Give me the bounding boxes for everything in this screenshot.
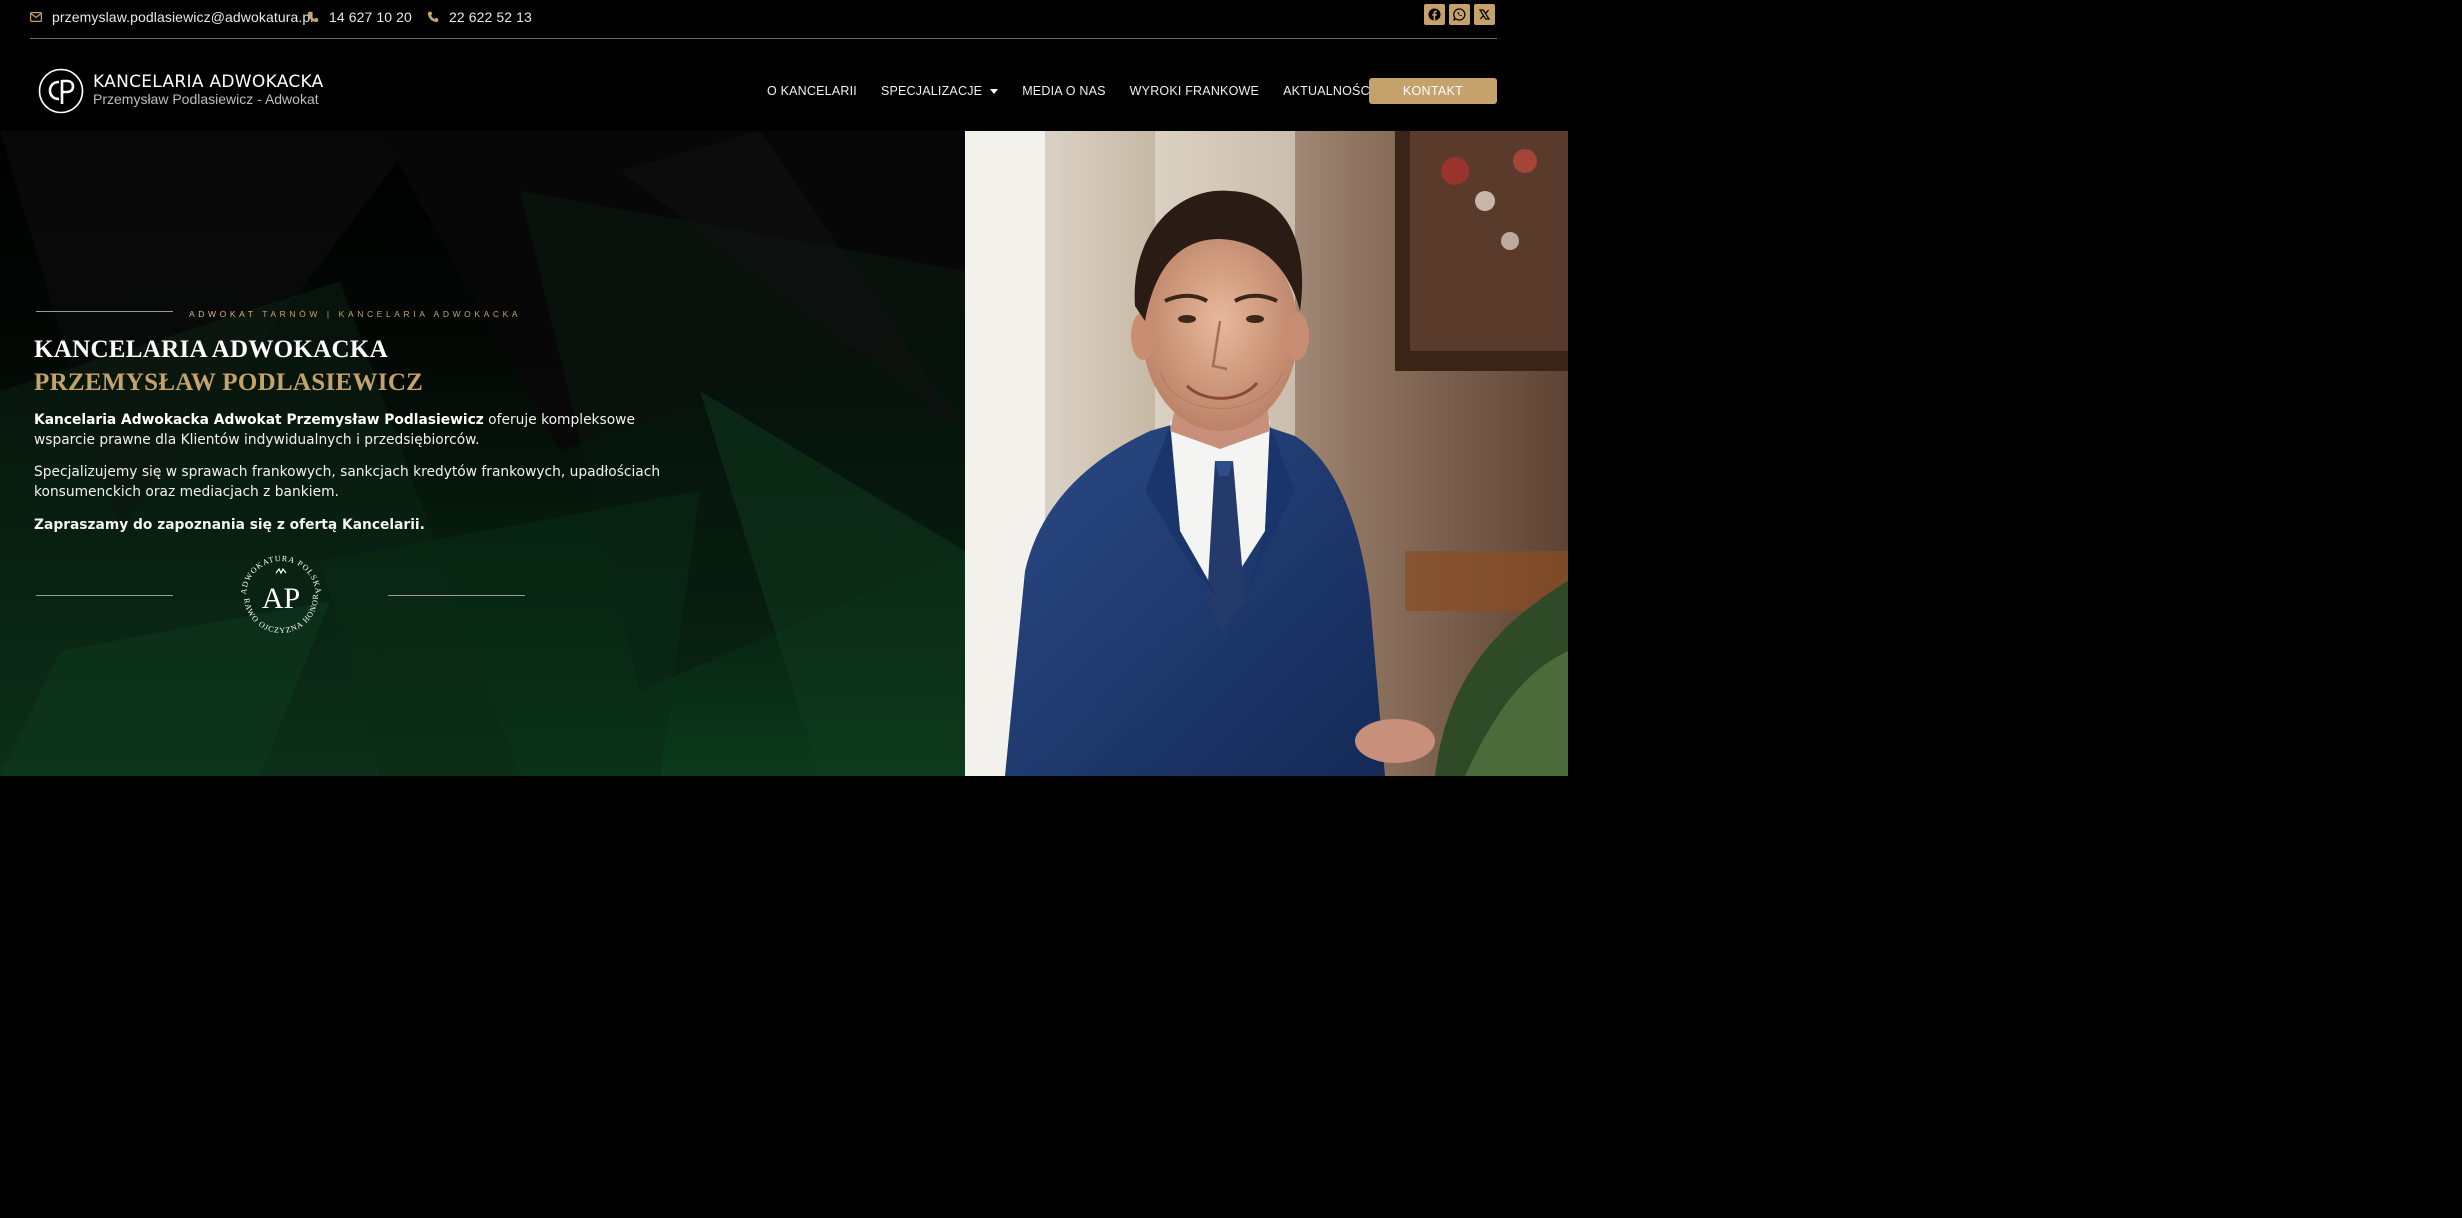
hero-title-line-1: KANCELARIA ADWOKACKA — [34, 336, 388, 363]
hero-paragraph-3: Zapraszamy do zapoznania się z ofertą Ka… — [34, 517, 425, 533]
whatsapp-icon — [1453, 8, 1466, 21]
nav-item-specjalizacje-label[interactable]: SPECJALIZACJE — [881, 84, 982, 98]
nav-item-wyroki-frankowe[interactable]: WYROKI FRANKOWE — [1130, 84, 1259, 98]
nav-item-specjalizacje[interactable]: SPECJALIZACJE — [881, 84, 999, 98]
hero-paragraph-1-bold: Kancelaria Adwokacka Adwokat Przemysław … — [34, 412, 484, 428]
phone-contact-2[interactable]: 22 622 52 13 — [427, 8, 532, 26]
hero-title-line-2: PRZEMYSŁAW PODLASIEWICZ — [34, 369, 424, 396]
phone-2-text[interactable]: 22 622 52 13 — [449, 9, 532, 25]
phone-contact-1[interactable]: 14 627 10 20 — [307, 8, 412, 26]
lawyer-portrait-image — [965, 131, 1568, 776]
envelope-icon — [30, 12, 42, 22]
x-icon — [1479, 9, 1490, 20]
eyebrow-strong: ADWOKAT — [189, 309, 257, 319]
nav-item-o-kancelarii[interactable]: O KANCELARII — [767, 84, 857, 98]
hero-background-pattern — [0, 131, 965, 776]
seal-left-rule — [36, 595, 173, 596]
email-text[interactable]: przemyslaw.podlasiewicz@adwokatura.pl — [52, 9, 313, 25]
adwokatura-seal-icon: ADWOKATURA POLSKA PRAWO OJCZYZNA HONOR A… — [236, 551, 322, 635]
hero-paragraph-2: Specjalizujemy się w sprawach frankowych… — [34, 464, 661, 500]
seal-monogram: AP — [262, 582, 300, 615]
email-contact[interactable]: przemyslaw.podlasiewicz@adwokatura.pl — [30, 8, 313, 26]
nav-item-media-o-nas[interactable]: MEDIA O NAS — [1022, 84, 1105, 98]
contact-button[interactable]: KONTAKT — [1369, 78, 1497, 104]
phone-icon — [307, 11, 319, 23]
whatsapp-button[interactable] — [1449, 4, 1470, 25]
hero-section: ADWOKAT TARNÓW | KANCELARIA ADWOKACKA KA… — [0, 131, 965, 776]
brand-subtitle: Przemysław Podlasiewicz - Adwokat — [93, 91, 319, 107]
logo-monogram-icon[interactable] — [38, 68, 84, 114]
seal-right-rule — [388, 595, 525, 596]
hero-paragraph-1: Kancelaria Adwokacka Adwokat Przemysław … — [34, 410, 684, 450]
site-header: KANCELARIA ADWOKACKA Przemysław Podlasie… — [0, 39, 1568, 131]
eyebrow-rest: TARNÓW | KANCELARIA ADWOKACKA — [256, 309, 522, 319]
brand-title[interactable]: KANCELARIA ADWOKACKA — [93, 72, 324, 92]
top-contact-bar: przemyslaw.podlasiewicz@adwokatura.pl 14… — [0, 0, 1568, 38]
eyebrow-left-rule — [36, 311, 173, 312]
hero-eyebrow: ADWOKAT TARNÓW | KANCELARIA ADWOKACKA — [189, 309, 521, 319]
social-links — [1424, 4, 1495, 25]
phone-icon — [427, 11, 439, 23]
nav-item-aktualnosci[interactable]: AKTUALNOŚCI — [1283, 84, 1373, 98]
main-navigation: O KANCELARII SPECJALIZACJE MEDIA O NAS W… — [767, 84, 1373, 98]
portrait-illustration — [965, 131, 1568, 776]
facebook-button[interactable] — [1424, 4, 1445, 25]
caret-down-icon[interactable] — [990, 89, 999, 95]
x-button[interactable] — [1474, 4, 1495, 25]
phone-1-text[interactable]: 14 627 10 20 — [329, 9, 412, 25]
facebook-icon — [1428, 8, 1441, 21]
